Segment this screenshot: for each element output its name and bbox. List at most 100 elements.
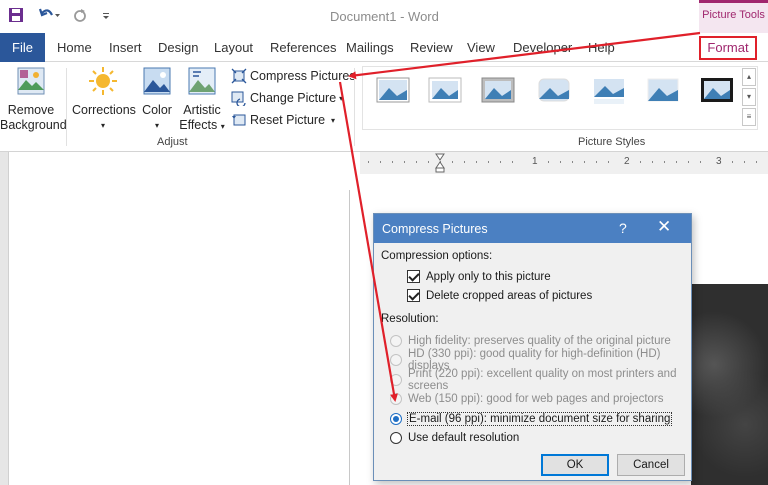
checkbox-checked-icon: [407, 270, 420, 283]
radio-default-resolution[interactable]: Use default resolution: [390, 429, 519, 446]
artistic-label-1: Artistic: [183, 103, 221, 117]
reset-picture-button[interactable]: Reset Picture ▾: [231, 110, 335, 130]
dialog-title: Compress Pictures: [382, 222, 488, 236]
corrections-button[interactable]: Corrections ▾: [72, 66, 136, 133]
radio-high-fidelity[interactable]: High fidelity: preserves quality of the …: [390, 332, 671, 349]
radio-web[interactable]: Web (150 ppi): good for web pages and pr…: [390, 390, 664, 407]
gallery-scroll-up-button[interactable]: ▴: [742, 68, 756, 86]
apply-only-checkbox[interactable]: Apply only to this picture: [407, 270, 551, 283]
tab-references[interactable]: References: [270, 40, 336, 55]
radio-button: [390, 392, 402, 405]
customize-qat-icon[interactable]: [101, 7, 111, 23]
close-icon[interactable]: ✕: [657, 217, 671, 237]
picture-color-icon: [138, 66, 176, 100]
radio-hd[interactable]: HD (330 ppi): good quality for high-defi…: [390, 348, 691, 372]
sun-icon: [72, 66, 134, 100]
radio-email[interactable]: E-mail (96 ppi): minimize document size …: [390, 410, 673, 427]
picture-tools-context-label: Picture Tools: [699, 0, 768, 33]
picture-style-1[interactable]: [376, 76, 410, 106]
dialog-title-bar: Compress Pictures ? ✕: [374, 214, 691, 243]
remove-background-button[interactable]: Remove Background: [0, 66, 67, 133]
compress-pictures-icon: [231, 68, 247, 84]
ruler-tick-2: 2: [624, 156, 630, 167]
corrections-label: Corrections: [72, 103, 136, 117]
tab-review[interactable]: Review: [410, 40, 453, 55]
radio-button: [390, 334, 402, 347]
change-picture-label: Change Picture: [250, 91, 337, 105]
tab-layout[interactable]: Layout: [214, 40, 253, 55]
picture-style-5[interactable]: [592, 76, 626, 106]
chevron-down-icon: ▾: [331, 115, 336, 125]
change-picture-button[interactable]: Change Picture ▾: [231, 88, 343, 108]
resolution-label: Resolution:: [381, 313, 439, 325]
horizontal-ruler: 1 2 3: [360, 152, 768, 174]
tab-help[interactable]: Help: [588, 40, 615, 55]
tab-view[interactable]: View: [467, 40, 495, 55]
cancel-button[interactable]: Cancel: [617, 454, 685, 476]
document-title: Document1 - Word: [330, 9, 439, 24]
chevron-down-icon: ▾: [220, 122, 225, 131]
color-label: Color: [142, 103, 172, 117]
save-icon[interactable]: [8, 7, 24, 23]
picture-style-4[interactable]: [537, 76, 571, 106]
gallery-scroll-down-button[interactable]: ▾: [742, 88, 756, 106]
artistic-label-2: Effects ▾: [179, 118, 225, 132]
help-icon[interactable]: ?: [619, 220, 627, 236]
picture-style-2[interactable]: [428, 76, 462, 106]
ruler-tick-1: 1: [532, 156, 538, 167]
picture-style-7[interactable]: [700, 76, 734, 106]
radio-button-selected: [390, 412, 402, 425]
picture-style-6[interactable]: [646, 76, 680, 106]
color-button[interactable]: Color ▾: [138, 66, 176, 133]
radio-label-default: Use default resolution: [408, 431, 520, 444]
tab-file[interactable]: File: [0, 33, 45, 62]
adjust-group-label: Adjust: [157, 136, 188, 148]
chevron-down-icon: ▾: [339, 93, 344, 103]
remove-background-label-1: Remove: [7, 103, 55, 117]
undo-icon[interactable]: [38, 7, 60, 23]
title-bar: Document1 - Word Picture Tools: [0, 0, 768, 33]
ribbon-separator: [66, 68, 67, 146]
delete-cropped-checkbox[interactable]: Delete cropped areas of pictures: [407, 289, 592, 302]
ruler-marks: [368, 153, 757, 173]
selected-picture[interactable]: [691, 284, 768, 485]
picture-style-3[interactable]: [481, 76, 515, 106]
compress-pictures-button[interactable]: Compress Pictures: [231, 66, 356, 86]
compress-pictures-dialog: Compress Pictures ? ✕ Compression option…: [373, 213, 692, 481]
compression-options-label: Compression options:: [381, 250, 493, 262]
remove-background-label-2: Background: [0, 118, 67, 132]
tab-developer[interactable]: Developer: [513, 40, 572, 55]
gallery-more-button[interactable]: ≡: [742, 108, 756, 126]
chevron-down-icon: ▾: [100, 121, 105, 130]
ribbon-separator: [354, 68, 355, 146]
remove-background-icon: [0, 66, 62, 100]
tab-mailings[interactable]: Mailings: [346, 40, 394, 55]
apply-only-label: Apply only to this picture: [426, 270, 551, 283]
tab-home[interactable]: Home: [57, 40, 92, 55]
radio-button: [390, 431, 402, 444]
radio-button: [390, 353, 402, 366]
change-picture-icon: [231, 91, 246, 106]
tab-insert[interactable]: Insert: [109, 40, 142, 55]
radio-label-email: E-mail (96 ppi): minimize document size …: [406, 411, 673, 426]
picture-styles-group-label: Picture Styles: [578, 136, 646, 148]
tab-design[interactable]: Design: [158, 40, 198, 55]
radio-label-web: Web (150 ppi): good for web pages and pr…: [408, 392, 664, 405]
artistic-effects-button[interactable]: Artistic Effects ▾: [178, 66, 226, 134]
ok-button[interactable]: OK: [541, 454, 609, 476]
radio-button: [390, 373, 402, 386]
ribbon: Remove Background Corrections ▾ Color ▾ …: [0, 62, 768, 152]
redo-icon[interactable]: [72, 7, 88, 23]
radio-label-high-fidelity: High fidelity: preserves quality of the …: [408, 334, 671, 347]
radio-label-print: Print (220 ppi): excellent quality on mo…: [408, 367, 677, 392]
checkbox-checked-icon: [407, 289, 420, 302]
tab-format[interactable]: Format: [699, 36, 757, 60]
radio-print[interactable]: Print (220 ppi): excellent quality on mo…: [390, 368, 691, 392]
page-edge: [349, 190, 350, 485]
delete-cropped-label: Delete cropped areas of pictures: [426, 289, 593, 302]
reset-picture-label: Reset Picture: [250, 113, 326, 127]
ribbon-tab-bar: File Home Insert Design Layout Reference…: [0, 33, 768, 62]
compress-pictures-label: Compress Pictures: [250, 69, 356, 83]
vertical-ruler: [0, 152, 9, 485]
ruler-tick-3: 3: [716, 156, 722, 167]
